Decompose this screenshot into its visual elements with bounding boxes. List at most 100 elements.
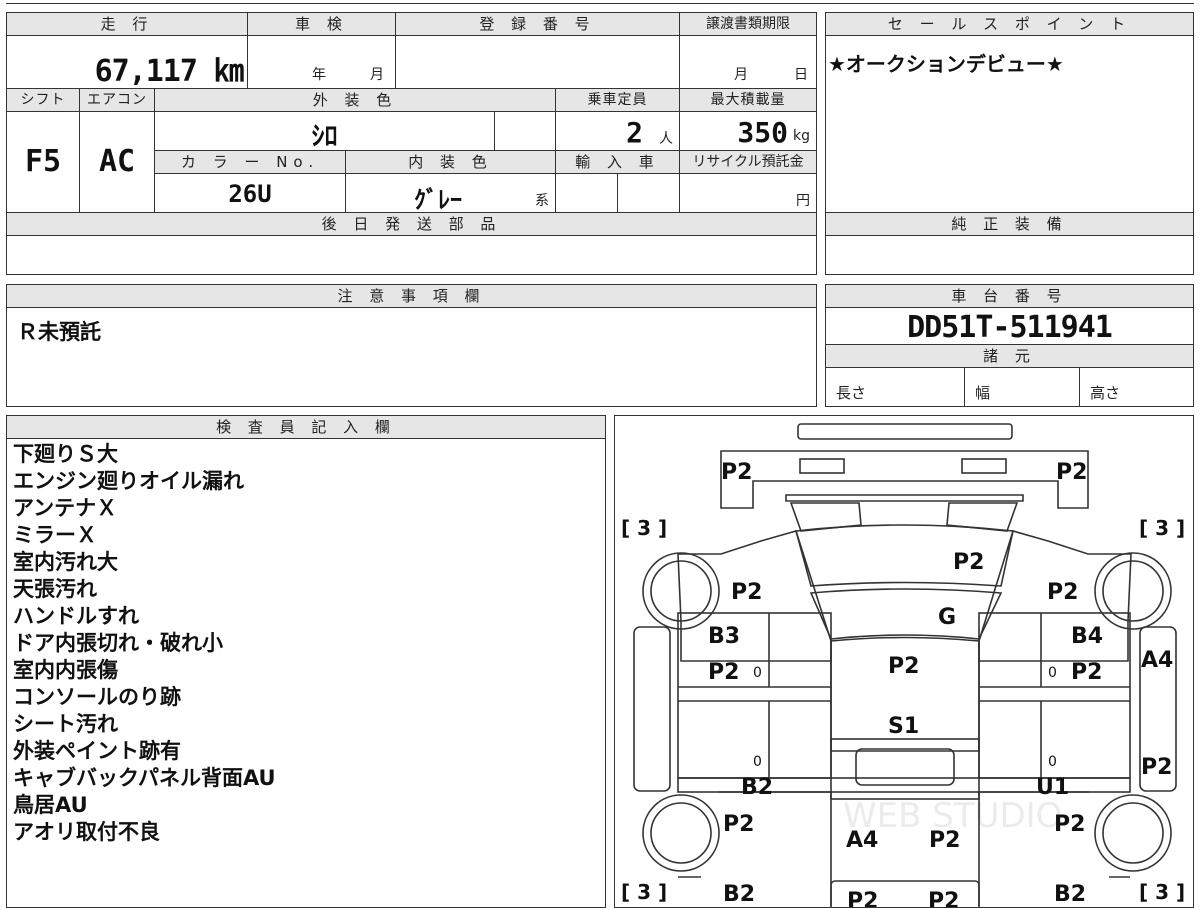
specs-header: 諸 元 (825, 344, 1194, 368)
ac-header: エアコン (79, 88, 155, 112)
later-parts-header: 後 日 発 送 部 品 (6, 212, 817, 236)
shift-cell: F5 (6, 111, 80, 213)
mark-bed-b: P2 (929, 828, 960, 853)
vehicle-info-table: 走 行 車 検 登 録 番 号 譲渡書類期限 67,117 ㎞ 年 月 月 日 … (6, 0, 817, 276)
inspector-line: ハンドルすれ (13, 604, 139, 628)
wheel-rear-left-inner (650, 802, 712, 864)
mileage-value: 67,117 ㎞ (94, 54, 244, 89)
mark-sill-right: U1 (1036, 775, 1069, 800)
genuine-equipment-box (825, 235, 1194, 275)
inspector-line: キャブバックパネル背面AU (13, 766, 276, 790)
chassis-header: 車 台 番 号 (825, 284, 1194, 308)
mark-bumper-right: P2 (1056, 460, 1087, 485)
sales-point-text: ★オークションデビュー★ (828, 52, 1064, 76)
mileage-cell: 67,117 ㎞ (6, 35, 248, 89)
color-no-cell: 26U (154, 173, 346, 213)
mark-corner-front-left: [ 3 ] (621, 516, 667, 540)
color-no-header: カ ラ ー No. (154, 150, 346, 174)
windshield (809, 588, 1003, 640)
import-header: 輸 入 車 (555, 150, 680, 174)
inspector-line: ドア内張切れ・破れ小 (13, 631, 223, 655)
wheel-rear-left (642, 794, 720, 872)
spec-height-cell: 高さ (1079, 367, 1194, 407)
spec-length-label: 長さ (836, 384, 867, 402)
mark-corner-rear-right: [ 3 ] (1139, 880, 1185, 904)
inspector-box: 下廻りＳ大 エンジン廻りオイル漏れ アンテナＸ ミラーＸ 室内汚れ大 天張汚れ … (6, 438, 606, 908)
notes-text: Ｒ未預託 (17, 320, 101, 344)
mark-fender-right: P2 (1047, 580, 1078, 605)
inspector-line: ミラーＸ (13, 523, 97, 547)
notes-header: 注 意 事 項 欄 (6, 284, 817, 308)
inspector-line: 天張汚れ (13, 577, 97, 601)
mark-door-left-a: B3 (708, 624, 740, 649)
max-load-value: 350 (737, 116, 788, 149)
wheel-rear-right (1094, 794, 1172, 872)
mark-door-right-zero: 0 (1048, 665, 1057, 681)
mark-low-left-zero: 0 (753, 754, 762, 770)
mark-hood: P2 (953, 550, 984, 575)
genuine-equipment-header: 純 正 装 備 (825, 212, 1194, 236)
mark-windshield: G (938, 605, 956, 630)
mark-corner-rear-left: [ 3 ] (621, 880, 667, 904)
mark-door-left-b: P2 (708, 660, 739, 685)
mark-bed-left: P2 (723, 812, 754, 837)
sales-point-header: セ ー ル ス ポ イ ン ト (825, 12, 1194, 36)
spec-width-label: 幅 (975, 384, 991, 402)
mark-side-right-mid: P2 (1141, 755, 1172, 780)
damage-diagram-frame: WEB STUDIO P2 P2 [ 3 ] [ 3 ] P2 P2 P2 G … (614, 415, 1194, 908)
inspection-month-unit: 月 (370, 67, 384, 83)
inspector-line: 鳥居AU (13, 793, 88, 817)
capacity-unit: 人 (659, 131, 673, 147)
fog-light-right (961, 458, 1007, 474)
inspection-year-unit: 年 (312, 67, 326, 83)
mark-rear-panel: S1 (888, 714, 919, 739)
chassis-number: DD51T-511941 (907, 310, 1113, 345)
front-bumper (720, 450, 1089, 509)
mark-door-right-a: B4 (1071, 624, 1103, 649)
color-no-value: 26U (228, 180, 272, 208)
mark-tail-a: P2 (847, 889, 878, 908)
inspector-line: アンテナＸ (13, 496, 118, 520)
capacity-cell: 2 人 (555, 111, 680, 151)
inspector-line: 外装ペイント跡有 (13, 739, 181, 763)
recycle-cell: 円 (679, 173, 817, 213)
recycle-unit: 円 (796, 193, 810, 209)
mark-side-right-top: A4 (1141, 648, 1173, 673)
cab-back (830, 738, 980, 800)
mark-bumper-left: P2 (721, 460, 752, 485)
spec-length-cell: 長さ (825, 367, 965, 407)
wheel-front-right (1094, 552, 1172, 630)
spec-width-cell: 幅 (964, 367, 1080, 407)
mark-rear-left: B2 (723, 882, 755, 907)
mark-roof: P2 (888, 654, 919, 679)
top-cropped-edge (6, 0, 1194, 4)
mark-door-right-b: P2 (1071, 660, 1102, 685)
notes-box: Ｒ未預託 (6, 307, 817, 407)
capacity-value: 2 (626, 116, 643, 149)
inspector-header: 検 査 員 記 入 欄 (6, 415, 606, 439)
transfer-day-unit: 日 (794, 67, 808, 83)
wheel-front-right-inner (1102, 560, 1164, 622)
exterior-color-cell: ｼﾛ (154, 111, 495, 152)
side-strip-left (633, 626, 671, 792)
exterior-color-value: ｼﾛ (311, 122, 338, 152)
ac-cell: AC (79, 111, 155, 213)
import-cell-a (555, 173, 618, 213)
inspector-line: シート汚れ (13, 712, 118, 736)
exterior-color-extra-cell (494, 111, 556, 151)
wheel-rear-right-inner (1102, 802, 1164, 864)
inspector-line: 下廻りＳ大 (13, 442, 118, 466)
later-parts-cell (6, 235, 817, 275)
interior-color-suffix: 系 (535, 193, 549, 209)
truck-diagram: WEB STUDIO P2 P2 [ 3 ] [ 3 ] P2 P2 P2 G … (621, 423, 1185, 908)
mark-corner-front-right: [ 3 ] (1139, 516, 1185, 540)
inspector-line: アオリ取付不良 (13, 820, 160, 844)
rear-window (855, 748, 955, 786)
mark-low-right-zero: 0 (1048, 754, 1057, 770)
max-load-cell: 350 kg (679, 111, 817, 151)
shift-header: シフト (6, 88, 80, 112)
mark-fender-left: P2 (731, 580, 762, 605)
mark-sill-left: B2 (741, 775, 773, 800)
transfer-deadline-header: 譲渡書類期限 (679, 12, 817, 36)
interior-color-cell: ｸﾞﾚｰ 系 (345, 173, 556, 214)
